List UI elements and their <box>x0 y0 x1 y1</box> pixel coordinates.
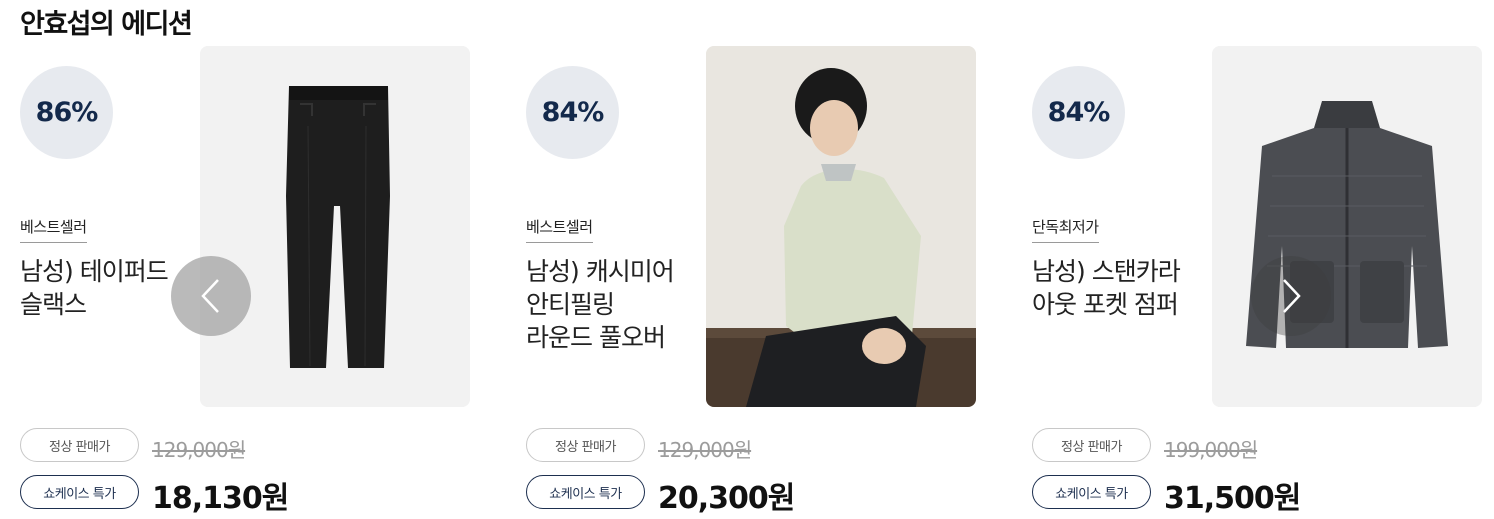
product-image[interactable] <box>1212 46 1482 407</box>
product-tag: 단독최저가 <box>1032 216 1099 243</box>
discount-badge: 84% <box>1032 66 1125 159</box>
product-image[interactable] <box>200 46 470 407</box>
chevron-right-icon <box>1283 279 1301 313</box>
product-card[interactable]: 86% 베스트셀러 남성) 테이퍼드 슬랙스 정상 판매가 129,000원 쇼… <box>20 0 490 519</box>
product-card[interactable]: 84% 단독최저가 남성) 스탠카라 아웃 포켓 점퍼 정상 판매가 199,0… <box>1032 0 1494 519</box>
showcase-price-label: 쇼케이스 특가 <box>526 475 645 509</box>
original-price: 199,000원 <box>1164 438 1258 462</box>
product-name-line: 남성) 캐시미어 <box>526 257 675 286</box>
sale-price: 18,130원 <box>152 481 289 516</box>
showcase-price-label: 쇼케이스 특가 <box>1032 475 1151 509</box>
jumper-illustration <box>1212 46 1482 407</box>
product-name[interactable]: 남성) 스탠카라 아웃 포켓 점퍼 <box>1032 255 1212 321</box>
product-name-line: 아웃 포켓 점퍼 <box>1032 290 1179 319</box>
regular-price-label: 정상 판매가 <box>20 428 139 462</box>
slacks-illustration <box>200 46 470 407</box>
original-price: 129,000원 <box>152 438 246 462</box>
original-price: 129,000원 <box>658 438 752 462</box>
sale-price: 20,300원 <box>658 481 795 516</box>
sale-price: 31,500원 <box>1164 481 1301 516</box>
regular-price-label: 정상 판매가 <box>526 428 645 462</box>
product-name-line: 안티필링 <box>526 290 615 319</box>
carousel-next-button[interactable] <box>1251 256 1331 336</box>
regular-price-label: 정상 판매가 <box>1032 428 1151 462</box>
product-name-line: 라운드 풀오버 <box>526 323 666 352</box>
product-tag: 베스트셀러 <box>20 216 87 243</box>
showcase-price-label: 쇼케이스 특가 <box>20 475 139 509</box>
product-card[interactable]: 84% 베스트셀러 남성) 캐시미어 안티필링 라운드 풀오버 정상 판매가 1… <box>526 0 996 519</box>
chevron-left-icon <box>201 279 219 313</box>
model-photo-illustration <box>706 46 976 407</box>
product-name[interactable]: 남성) 캐시미어 안티필링 라운드 풀오버 <box>526 255 706 354</box>
product-image[interactable] <box>706 46 976 407</box>
carousel-prev-button[interactable] <box>171 256 251 336</box>
product-name-line: 남성) 스탠카라 <box>1032 257 1181 286</box>
product-tag: 베스트셀러 <box>526 216 593 243</box>
discount-badge: 86% <box>20 66 113 159</box>
discount-badge: 84% <box>526 66 619 159</box>
